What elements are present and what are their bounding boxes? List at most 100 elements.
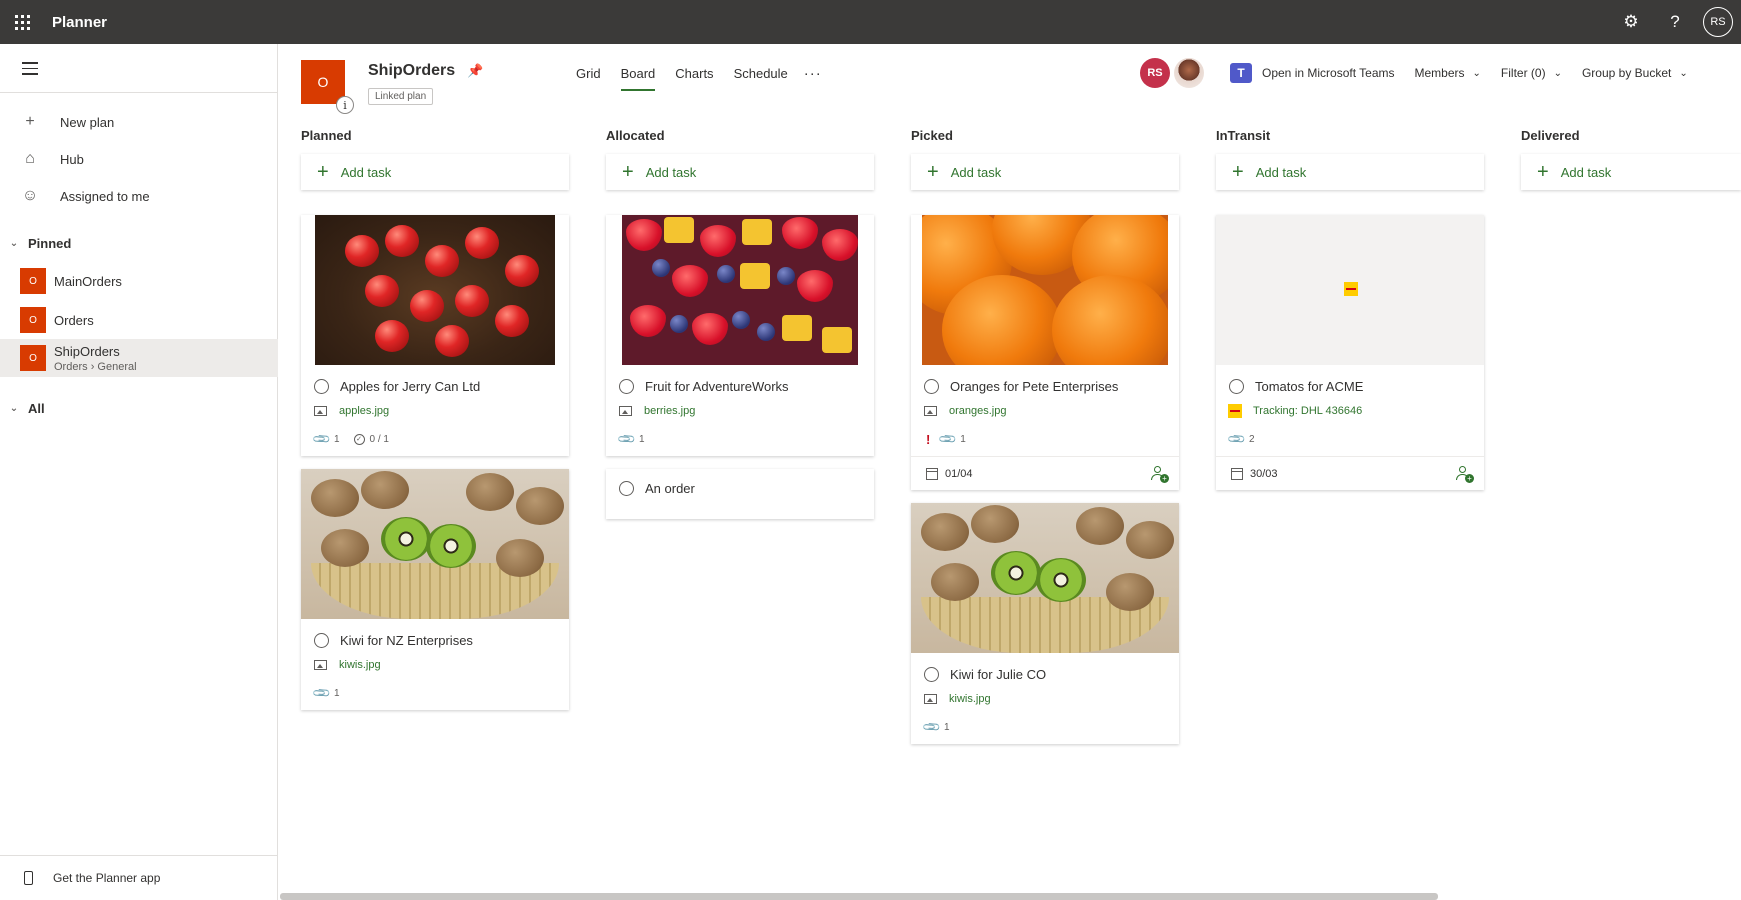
bucket-title[interactable]: InTransit [1216,128,1484,144]
add-task-button[interactable]: + Add task [1216,154,1484,190]
pinned-plan-shiporders[interactable]: O ShipOrders Orders › General [0,339,278,377]
nav-item-label: Assigned to me [60,188,150,204]
attachment-link[interactable]: berries.jpg [644,405,695,417]
tab-charts[interactable]: Charts [675,60,713,86]
image-icon [314,406,327,416]
task-title: Oranges for Pete Enterprises [950,378,1119,394]
image-icon [314,660,327,670]
members-button[interactable]: Members ⌄ [1415,66,1481,80]
task-card-kiwi-nz[interactable]: Kiwi for NZ Enterprises kiwis.jpg 📎 1 [301,469,569,710]
task-card-footer: 30/03 + [1216,456,1484,490]
task-card-oranges[interactable]: Oranges for Pete Enterprises oranges.jpg… [911,215,1179,490]
complete-task-checkbox[interactable] [924,666,939,682]
paperclip-icon: 📎 [1226,428,1247,450]
plan-title-text: ShipOrders [368,62,456,79]
nav-item-new-plan[interactable]: + New plan [0,104,278,140]
task-card-fruit-adventureworks[interactable]: Fruit for AdventureWorks berries.jpg 📎 1 [606,215,874,456]
attachment-link[interactable]: kiwis.jpg [949,693,991,705]
nav-item-hub[interactable]: ⌂ Hub [0,141,278,177]
assign-person-icon[interactable]: + [1151,466,1169,483]
open-in-teams-button[interactable]: Open in Microsoft Teams [1262,66,1395,80]
task-card-image-kiwis [301,469,569,619]
complete-task-checkbox[interactable] [924,378,939,394]
complete-task-checkbox[interactable] [1229,378,1244,394]
paperclip-icon: 📎 [921,716,942,738]
gear-icon[interactable]: ⚙ [1609,0,1653,44]
image-icon [924,406,937,416]
plan-tile-icon: O [20,268,46,294]
plus-icon: + [25,113,35,130]
tracking-icon [1228,404,1242,418]
due-date[interactable]: 30/03 [1250,468,1278,480]
attachment-link[interactable]: apples.jpg [339,405,389,417]
horizontal-scrollbar[interactable] [280,893,1438,900]
tracking-link[interactable]: Tracking: DHL 436646 [1253,405,1362,417]
complete-task-checkbox[interactable] [314,378,329,394]
task-card-kiwi-julie[interactable]: Kiwi for Julie CO kiwis.jpg 📎 1 [911,503,1179,744]
assign-person-icon[interactable]: + [1456,466,1474,483]
plan-item-label: Orders [54,312,94,328]
plan-item-subtitle: Orders › General [54,361,137,373]
attachment-link[interactable]: kiwis.jpg [339,659,381,671]
tracking-badge-icon [1344,282,1358,296]
account-avatar[interactable]: RS [1703,7,1733,37]
all-label: All [28,400,45,416]
plan-tile-icon: O [20,307,46,333]
checklist-progress: 0 / 1 [369,433,389,445]
get-planner-app-link[interactable]: Get the Planner app [0,855,278,900]
attachment-count: 1 [638,433,645,445]
group-by-label: Group by Bucket [1581,66,1672,80]
pinned-plan-orders[interactable]: O Orders [0,301,278,339]
add-task-button[interactable]: + Add task [606,154,874,190]
chevron-down-icon: ⌄ [1679,67,1688,79]
plus-icon: + [317,160,329,183]
plan-item-label: MainOrders [54,273,122,289]
pin-icon[interactable]: 📌 [467,63,483,79]
complete-task-checkbox[interactable] [619,480,634,496]
chevron-down-icon: ⌄ [1472,67,1481,79]
task-card-tomatos[interactable]: Tomatos for ACME Tracking: DHL 436646 📎 … [1216,215,1484,490]
image-icon [619,406,632,416]
more-icon[interactable]: ··· [804,65,822,82]
filter-button[interactable]: Filter (0) ⌄ [1501,66,1562,80]
group-by-button[interactable]: Group by Bucket ⌄ [1582,66,1688,80]
home-icon: ⌂ [25,150,35,167]
help-icon[interactable]: ? [1653,0,1697,44]
hamburger-icon[interactable] [22,62,38,79]
info-icon[interactable]: i [336,96,354,114]
bucket-title[interactable]: Delivered [1521,128,1741,144]
add-task-button[interactable]: + Add task [911,154,1179,190]
tab-grid[interactable]: Grid [576,60,601,86]
plan-channel: General [97,360,137,373]
all-section-header[interactable]: ⌄ All [0,394,278,422]
tab-board[interactable]: Board [620,60,655,91]
add-task-button[interactable]: + Add task [1521,154,1741,190]
nav-item-assigned-to-me[interactable]: ☺ Assigned to me [0,178,278,214]
member-avatar[interactable]: RS [1140,58,1170,88]
task-title: Apples for Jerry Can Ltd [340,378,481,394]
waffle-icon[interactable] [0,0,44,44]
plan-item-label: ShipOrders [54,343,120,359]
app-name[interactable]: Planner [52,14,107,31]
attachment-link[interactable]: oranges.jpg [949,405,1007,417]
task-card-image-oranges [922,215,1168,365]
pinned-section-header[interactable]: ⌄ Pinned [0,229,278,257]
complete-task-checkbox[interactable] [619,378,634,394]
tab-schedule[interactable]: Schedule [734,60,788,86]
add-task-button[interactable]: + Add task [301,154,569,190]
task-card-apples[interactable]: Apples for Jerry Can Ltd apples.jpg 📎 1 … [301,215,569,456]
bucket-title[interactable]: Picked [911,128,1179,144]
bucket-title[interactable]: Allocated [606,128,874,144]
pinned-plan-mainorders[interactable]: O MainOrders [0,262,278,300]
image-icon [924,694,937,704]
bucket-title[interactable]: Planned [301,128,569,144]
person-icon: ☺ [21,187,39,204]
nav-item-label: New plan [60,114,115,130]
member-photo-avatar[interactable] [1174,58,1204,88]
phone-icon [24,871,33,885]
due-date[interactable]: 01/04 [945,468,973,480]
get-app-label: Get the Planner app [53,871,161,885]
complete-task-checkbox[interactable] [314,632,329,648]
bucket-delivered: Delivered + Add task [1521,128,1741,190]
task-card-an-order[interactable]: An order [606,469,874,519]
